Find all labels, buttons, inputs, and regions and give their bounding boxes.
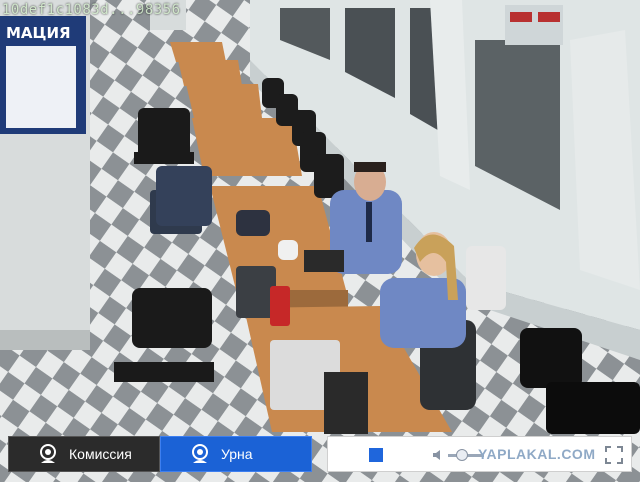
tab-label: Урна: [221, 446, 253, 462]
camera-icon: [192, 444, 208, 463]
camera-icon: [40, 444, 56, 463]
volume-knob[interactable]: [456, 449, 468, 461]
stop-icon[interactable]: [369, 448, 383, 462]
speaker-icon[interactable]: [432, 448, 446, 462]
info-board-text: МАЦИЯ: [6, 24, 71, 42]
video-player: МАЦИЯ 10def1c1083d...98356 Комиссия Урна…: [0, 0, 640, 482]
stream-id-overlay: 10def1c1083d...98356: [2, 2, 181, 18]
playback-controls: YAPLAKAL.COM: [327, 436, 632, 472]
tab-urn[interactable]: Урна: [160, 436, 312, 472]
tab-commission[interactable]: Комиссия: [8, 436, 160, 472]
fullscreen-icon[interactable]: [604, 445, 624, 465]
tab-label: Комиссия: [69, 446, 132, 462]
control-bar: Комиссия Урна YAPLAKAL.COM: [0, 434, 640, 482]
camera-view: МАЦИЯ: [0, 0, 640, 482]
watermark: YAPLAKAL.COM: [478, 446, 596, 462]
